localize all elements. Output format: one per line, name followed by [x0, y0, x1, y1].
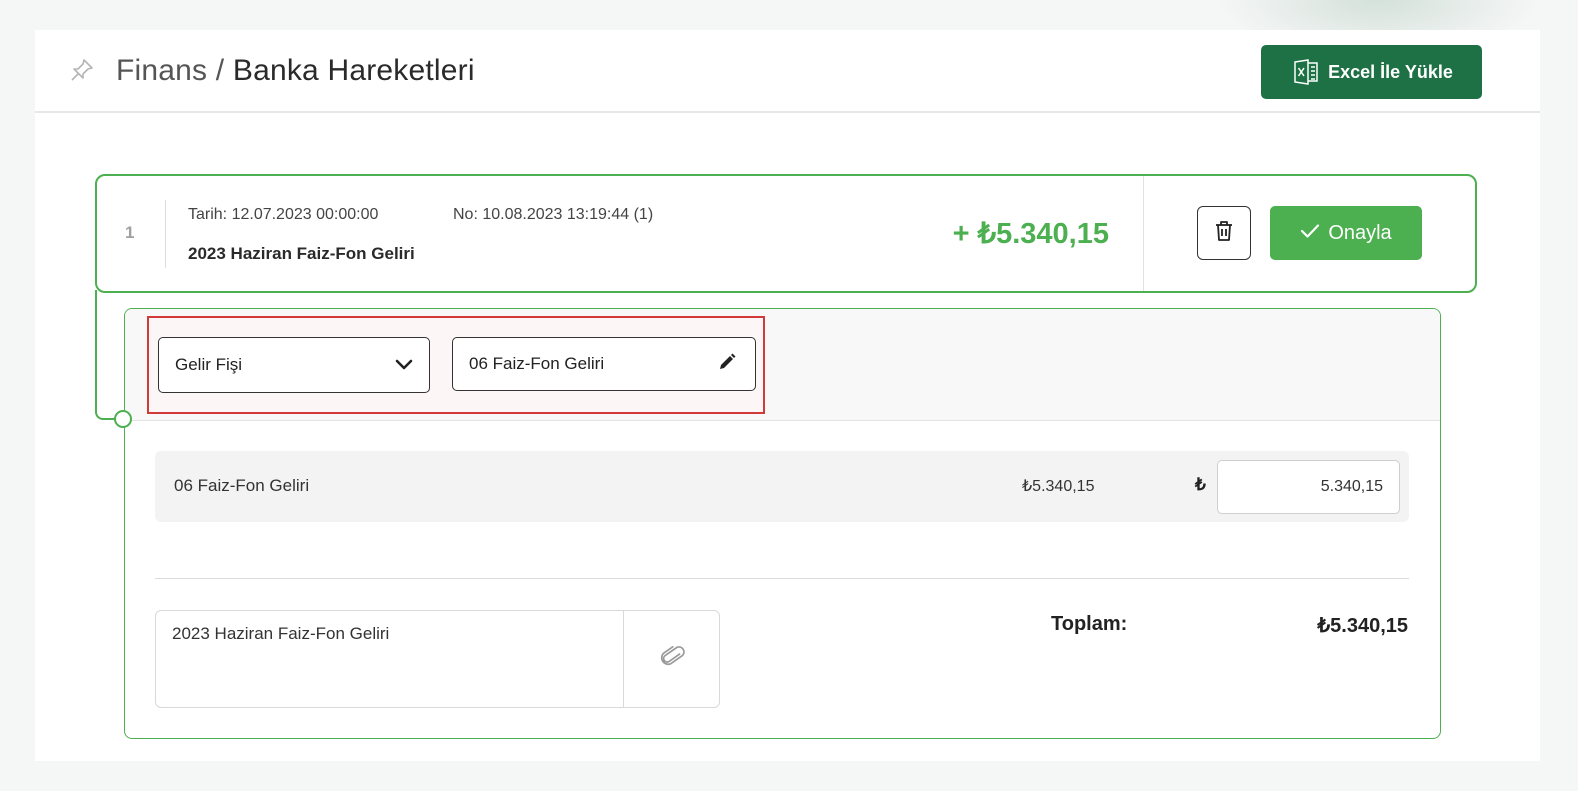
- selection-highlight: Gelir Fişi 06 Faiz-Fon Geliri: [147, 316, 765, 414]
- transaction-description: 2023 Haziran Faiz-Fon Geliri: [188, 244, 415, 263]
- transaction-date: Tarih: 12.07.2023 00:00:00: [188, 206, 379, 223]
- document-type-select[interactable]: Gelir Fişi: [158, 337, 430, 393]
- tree-connector: [95, 290, 125, 420]
- line-amount: ₺5.340,15: [1022, 478, 1095, 495]
- approve-button[interactable]: Onayla: [1270, 206, 1422, 260]
- account-value: 06 Faiz-Fon Geliri: [469, 354, 605, 373]
- delete-button[interactable]: [1197, 206, 1251, 260]
- note-box: 2023 Haziran Faiz-Fon Geliri: [155, 610, 720, 708]
- breadcrumb: Finans / Banka Hareketleri: [116, 52, 475, 90]
- excel-upload-label: Excel İle Yükle: [1328, 61, 1453, 82]
- divider: [165, 200, 166, 268]
- account-select[interactable]: 06 Faiz-Fon Geliri: [452, 337, 756, 391]
- tree-node-dot: [114, 410, 132, 428]
- transaction-amount: + ₺5.340,15: [952, 218, 1109, 250]
- transaction-card[interactable]: 1 Tarih: 12.07.2023 00:00:00 No: 10.08.2…: [95, 174, 1477, 293]
- divider: [1143, 176, 1144, 291]
- page-header: Finans / Banka Hareketleri Excel İle Yük…: [35, 30, 1540, 113]
- note-textarea[interactable]: 2023 Haziran Faiz-Fon Geliri: [156, 611, 623, 707]
- approve-label: Onayla: [1328, 221, 1392, 244]
- trash-icon: [1214, 220, 1234, 246]
- breadcrumb-parent[interactable]: Finans: [116, 54, 207, 87]
- line-amount-input[interactable]: [1217, 460, 1400, 514]
- transaction-number: No: 10.08.2023 13:19:44 (1): [453, 206, 654, 223]
- pencil-icon[interactable]: [717, 352, 737, 376]
- account-line-row: 06 Faiz-Fon Geliri ₺5.340,15 ₺: [155, 451, 1409, 522]
- main-panel: Finans / Banka Hareketleri Excel İle Yük…: [35, 30, 1540, 761]
- excel-file-icon: [1290, 58, 1322, 86]
- chevron-down-icon: [395, 356, 413, 375]
- pin-icon[interactable]: [69, 57, 95, 83]
- total-value: ₺5.340,15: [1317, 615, 1408, 637]
- check-icon: [1300, 222, 1320, 245]
- line-account-name: 06 Faiz-Fon Geliri: [174, 476, 310, 495]
- breadcrumb-separator: /: [207, 54, 233, 87]
- total-label: Toplam:: [1051, 613, 1128, 635]
- divider: [155, 578, 1409, 579]
- excel-upload-button[interactable]: Excel İle Yükle: [1261, 45, 1482, 99]
- attach-button[interactable]: [623, 611, 719, 707]
- page-title: Banka Hareketleri: [232, 54, 475, 87]
- document-type-value: Gelir Fişi: [175, 355, 243, 374]
- paperclip-icon: [660, 643, 686, 675]
- transaction-detail-panel: Gelir Fişi 06 Faiz-Fon Geliri 06 Faiz-Fo…: [124, 308, 1441, 739]
- transaction-index: 1: [125, 223, 135, 242]
- currency-symbol: ₺: [1195, 475, 1206, 494]
- detail-header: Gelir Fişi 06 Faiz-Fon Geliri: [125, 309, 1440, 421]
